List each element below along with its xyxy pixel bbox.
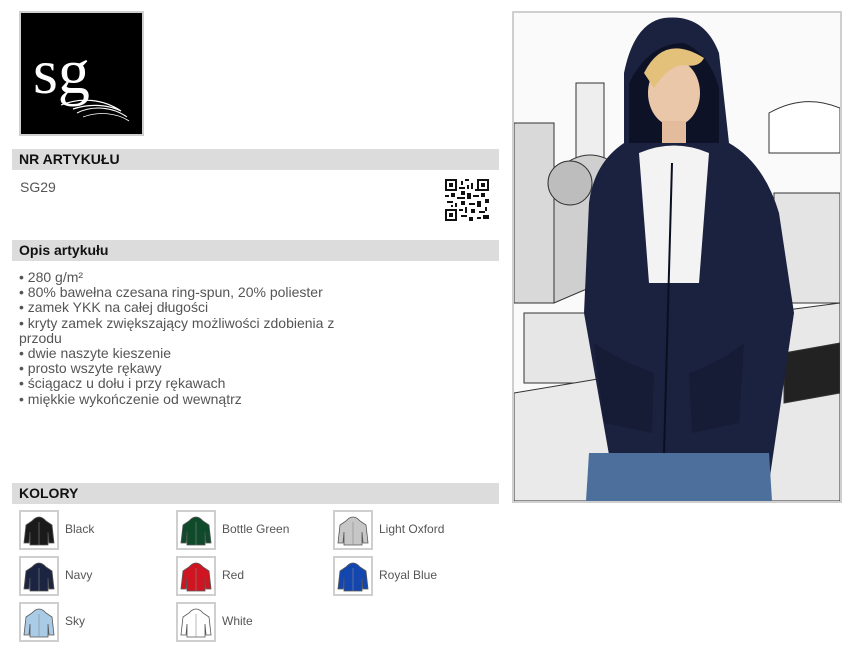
hoodie-icon	[176, 556, 216, 596]
color-label: Royal Blue	[379, 568, 438, 582]
color-swatch-red[interactable]: Red	[176, 556, 326, 596]
description-item: • prosto wszyte rękawy	[19, 360, 162, 377]
logo-text: sg	[33, 36, 90, 107]
color-label: Light Oxford	[379, 522, 445, 536]
hoodie-icon	[333, 556, 373, 596]
article-number: SG29	[20, 179, 56, 195]
hoodie-icon	[176, 510, 216, 550]
color-label: Red	[222, 568, 245, 582]
description-item: • 80% bawełna czesana ring-spun, 20% pol…	[19, 284, 323, 301]
hoodie-icon	[19, 602, 59, 642]
qr-code-icon	[445, 179, 489, 221]
color-swatch-white[interactable]: White	[176, 602, 326, 642]
description-item: • kryty zamek zwiększający możliwości zd…	[19, 314, 335, 346]
description-item: • zamek YKK na całej długości	[19, 299, 209, 316]
brand-logo: sg	[19, 11, 144, 136]
color-label: Black	[65, 522, 95, 536]
color-swatch-royal-blue[interactable]: Royal Blue	[333, 556, 483, 596]
article-number-header: NR ARTYKUŁU	[12, 149, 499, 170]
product-photo	[512, 11, 842, 503]
hoodie-icon	[19, 556, 59, 596]
description-list: • 280 g/m² • 80% bawełna czesana ring-sp…	[19, 269, 379, 407]
colors-header: KOLORY	[12, 483, 499, 504]
color-label: White	[222, 614, 253, 628]
color-label: Bottle Green	[222, 522, 290, 536]
description-item: • miękkie wykończenie od wewnątrz	[19, 390, 242, 407]
color-swatch-black[interactable]: Black	[19, 510, 169, 550]
description-item: • 280 g/m²	[19, 269, 84, 285]
hoodie-icon	[176, 602, 216, 642]
description-item: • dwie naszyte kieszenie	[19, 345, 171, 362]
color-swatch-light-oxford[interactable]: Light Oxford	[333, 510, 483, 550]
color-swatch-sky[interactable]: Sky	[19, 602, 169, 642]
description-item: • ściągacz u dołu i przy rękawach	[19, 375, 226, 392]
hoodie-icon	[19, 510, 59, 550]
description-header: Opis artykułu	[12, 240, 499, 261]
color-swatch-navy[interactable]: Navy	[19, 556, 169, 596]
color-label: Sky	[65, 614, 86, 628]
color-swatch-bottle-green[interactable]: Bottle Green	[176, 510, 326, 550]
color-label: Navy	[65, 568, 93, 582]
hoodie-icon	[333, 510, 373, 550]
